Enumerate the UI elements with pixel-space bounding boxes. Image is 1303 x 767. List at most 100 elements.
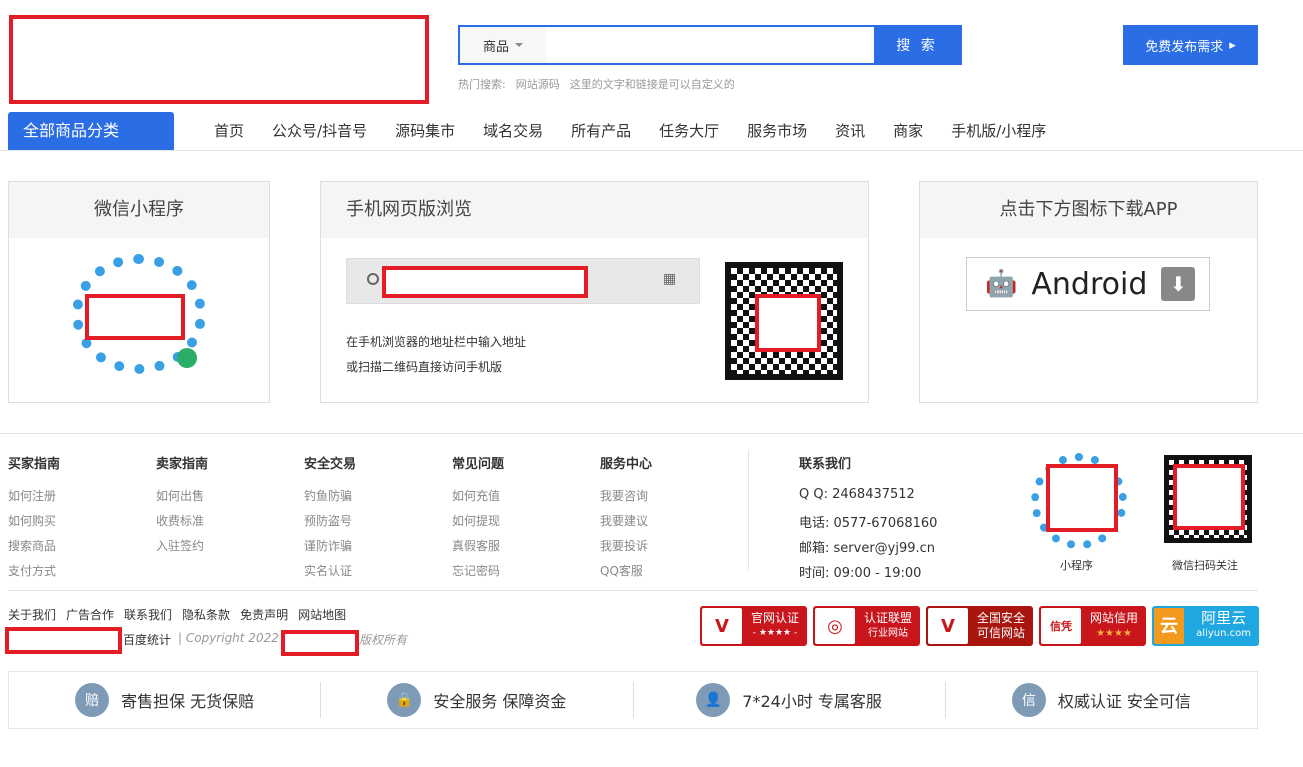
search-icon — [367, 273, 379, 285]
logo-redacted — [9, 15, 429, 104]
nav-item[interactable]: 手机版/小程序 — [951, 112, 1046, 150]
badge-line: 认证联盟 — [863, 611, 912, 625]
publish-demand-button[interactable]: 免费发布需求 ▸ — [1123, 25, 1258, 65]
panel-title: 点击下方图标下载APP — [920, 182, 1257, 238]
trust-icon: 信 — [1011, 683, 1046, 717]
publish-label: 免费发布需求 — [1145, 39, 1224, 55]
redacted — [1046, 464, 1118, 532]
qr-label: 小程序 — [1060, 559, 1093, 572]
service-text: 安全服务 保障资金 — [433, 692, 567, 711]
hot-link[interactable]: 这里的文字和链接是可以自定义的 — [570, 78, 735, 91]
aliyun-logo-icon: 云 — [1154, 608, 1184, 644]
main-nav: 首页 公众号/抖音号 源码集市 域名交易 所有产品 任务大厅 服务市场 资讯 商… — [200, 112, 1060, 150]
footer-link[interactable]: 如何出售 — [156, 487, 208, 512]
stats-link[interactable]: 百度统计 — [123, 631, 171, 648]
bottom-link[interactable]: 关于我们 — [8, 606, 56, 623]
footer-link[interactable]: 谨防诈骗 — [304, 537, 356, 562]
app-panel: 点击下方图标下载APP 🤖 Android ⬇ — [919, 181, 1258, 403]
nav-item[interactable]: 服务市场 — [747, 112, 807, 150]
redacted-url — [382, 266, 588, 298]
service-item: 👤 7*24小时 专属客服 — [634, 682, 946, 718]
nav-item[interactable]: 公众号/抖音号 — [272, 112, 367, 150]
nav-item[interactable]: 所有产品 — [571, 112, 631, 150]
bottom-link[interactable]: 广告合作 — [66, 606, 114, 623]
badge-alliance[interactable]: ◎ 认证联盟 行业网站 — [813, 606, 920, 646]
footer-link[interactable]: 如何提现 — [452, 512, 504, 537]
mini-program-panel: 微信小程序 — [8, 181, 270, 403]
bottom-link[interactable]: 隐私条款 — [182, 606, 230, 623]
footer-link[interactable]: 预防盗号 — [304, 512, 356, 537]
nav-item[interactable]: 首页 — [214, 112, 244, 150]
redacted — [1173, 464, 1245, 530]
footer-link[interactable]: 实名认证 — [304, 562, 356, 587]
caret-right-icon: ▸ — [1229, 37, 1236, 53]
redacted — [755, 294, 821, 352]
footer-link[interactable]: 如何注册 — [8, 487, 60, 512]
qr-label: 微信扫码关注 — [1172, 559, 1238, 572]
android-icon: 🤖 — [985, 269, 1018, 299]
contact-info: 联系我们 Q Q: 2468437512 电话: 0577-67068160 邮箱: … — [799, 453, 937, 587]
contact-qq: Q Q: 2468437512 — [799, 487, 915, 502]
nav-item[interactable]: 商家 — [893, 112, 923, 150]
search-button[interactable]: 搜 索 — [874, 27, 960, 63]
service-item: 赔寄售担保 无货保赔 — [9, 682, 322, 718]
copyright: | Copyright 2022 — [178, 631, 279, 645]
search-input[interactable] — [546, 27, 874, 63]
footer-link[interactable]: 支付方式 — [8, 562, 60, 587]
service-text: 7*24小时 专属客服 — [742, 692, 882, 711]
search-category-select[interactable]: 商品 — [460, 27, 546, 63]
bottom-link[interactable]: 联系我们 — [124, 606, 172, 623]
nav-item[interactable]: 源码集市 — [395, 112, 455, 150]
bottom-link[interactable]: 免责声明 — [240, 606, 288, 623]
hot-link[interactable]: 网站源码 — [516, 78, 560, 91]
badge-line: ★★★★ — [1096, 628, 1132, 639]
footer-link[interactable]: 我要投诉 — [600, 537, 652, 562]
service-bar: 赔寄售担保 无货保赔 🔒 安全服务 保障资金 👤 7*24小时 专属客服 信权威认证… — [8, 671, 1258, 729]
contact-title: 联系我们 — [799, 457, 852, 472]
badge-line: 网站信用 — [1089, 611, 1138, 625]
mobile-panel: 手机网页版浏览 ▦ 在手机浏览器的地址栏中输入地址 或扫描二维码直接访问手机版 — [320, 181, 869, 403]
chevron-down-icon — [515, 43, 523, 47]
panel-title: 手机网页版浏览 — [321, 182, 868, 238]
android-download-button[interactable]: 🤖 Android ⬇ — [966, 257, 1210, 311]
footer-link[interactable]: 我要咨询 — [600, 487, 652, 512]
bottom-links: 关于我们 广告合作 联系我们 隐私条款 免责声明 网站地图 — [8, 606, 346, 623]
wechat-mini-icon — [177, 348, 197, 368]
footer-link[interactable]: 入驻签约 — [156, 537, 208, 562]
search-bar: 商品 搜 索 — [458, 25, 962, 65]
rights: 版权所有 — [359, 633, 408, 647]
service-item: 🔒 安全服务 保障资金 — [321, 682, 634, 718]
badge-aliyun[interactable]: 云阿里云 aliyun.com — [1152, 606, 1259, 646]
all-categories-button[interactable]: 全部商品分类 — [8, 112, 174, 150]
bottom-link[interactable]: 网站地图 — [298, 606, 346, 623]
service-text: 权威认证 安全可信 — [1057, 692, 1191, 711]
footer-col: 买家指南 如何注册 如何购买 搜索商品 支付方式 — [8, 453, 60, 587]
badge-credit[interactable]: 信凭 网站信用 ★★★★ — [1039, 606, 1146, 646]
redacted — [85, 294, 185, 340]
mobile-desc: 在手机浏览器的地址栏中输入地址 或扫描二维码直接访问手机版 — [346, 330, 526, 380]
col-title: 常见问题 — [452, 457, 505, 472]
badge-line: 官网认证 — [750, 611, 799, 625]
footer-link[interactable]: 钓鱼防骗 — [304, 487, 356, 512]
alliance-seal-icon: ◎ — [815, 608, 855, 644]
col-title: 服务中心 — [600, 457, 653, 472]
contact-phone: 电话: 0577-67068160 — [799, 516, 938, 531]
footer-link[interactable]: 我要建议 — [600, 512, 652, 537]
service-text: 寄售担保 无货保赔 — [121, 692, 255, 711]
footer-link[interactable]: 忘记密码 — [452, 562, 504, 587]
footer-link[interactable]: QQ客服 — [600, 562, 652, 587]
desc-line: 在手机浏览器的地址栏中输入地址 — [346, 335, 527, 349]
footer-link[interactable]: 收费标准 — [156, 512, 208, 537]
footer-col: 卖家指南 如何出售 收费标准 入驻签约 — [156, 453, 208, 562]
footer-link[interactable]: 如何充值 — [452, 487, 504, 512]
service-item: 信权威认证 安全可信 — [946, 682, 1257, 718]
nav-item[interactable]: 域名交易 — [483, 112, 543, 150]
badge-official[interactable]: V 官网认证 - ★★★★ - — [700, 606, 807, 646]
badge-trusted[interactable]: V 全国安全 可信网站 — [926, 606, 1033, 646]
nav-item[interactable]: 资讯 — [835, 112, 865, 150]
footer-link[interactable]: 真假客服 — [452, 537, 504, 562]
footer-link[interactable]: 搜索商品 — [8, 537, 60, 562]
nav-item[interactable]: 任务大厅 — [659, 112, 719, 150]
footer-link[interactable]: 如何购买 — [8, 512, 60, 537]
redacted — [281, 630, 359, 656]
